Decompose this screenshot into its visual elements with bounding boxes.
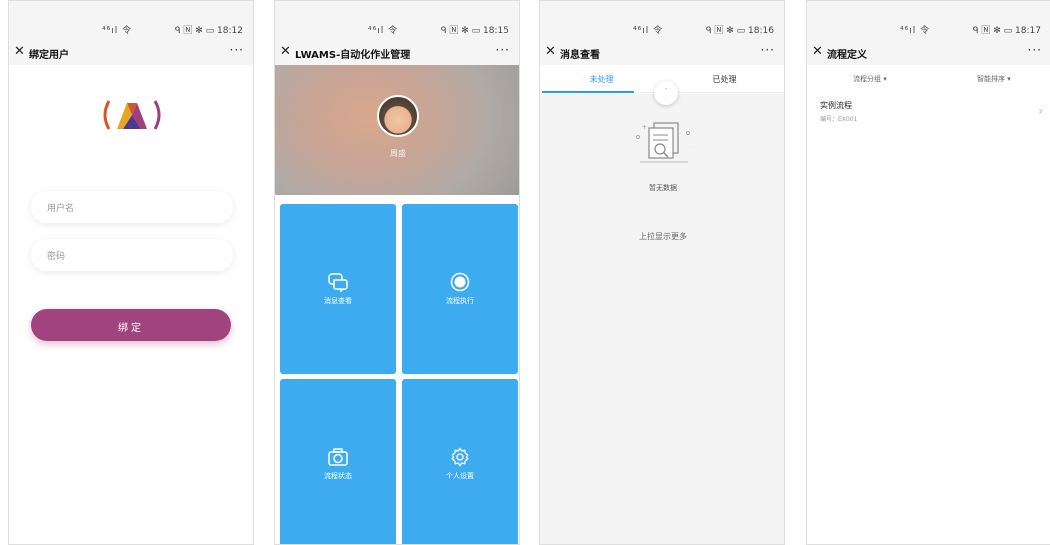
refresh-indicator: · bbox=[654, 81, 678, 105]
empty-state-text: 暂无数据 bbox=[649, 184, 677, 192]
close-icon[interactable]: ✕ bbox=[280, 44, 291, 59]
tile-label: 个人设置 bbox=[446, 472, 474, 480]
page-title: LWAMS-自动化作业管理 bbox=[295, 50, 411, 61]
tab-underline bbox=[542, 91, 634, 93]
status-right: ᑫ 🄽 ✻ ▭ 18:16 bbox=[705, 26, 774, 36]
chat-icon bbox=[280, 272, 396, 295]
list-item[interactable]: 实例流程 编号：EX001 › bbox=[807, 98, 1050, 130]
camera-icon bbox=[280, 447, 396, 470]
tile-personal-settings[interactable]: 个人设置 bbox=[402, 379, 518, 544]
profile-banner: 周盛 bbox=[275, 65, 519, 195]
username-field[interactable]: 用户名 bbox=[31, 191, 233, 223]
tile-message-view[interactable]: 消息查看 bbox=[280, 204, 396, 374]
app-logo bbox=[103, 100, 161, 130]
tab-processed[interactable]: 已处理 bbox=[663, 74, 784, 85]
tile-process-execute[interactable]: 流程执行 bbox=[402, 204, 518, 374]
nav-bar: ✕ 消息查看 ··· bbox=[540, 41, 784, 65]
smart-sort-dropdown[interactable]: 智能排序 ▾ bbox=[977, 74, 1011, 84]
tile-process-status[interactable]: 流程状态 bbox=[280, 379, 396, 544]
nav-bar: ✕ 流程定义 ··· bbox=[807, 41, 1050, 65]
phone-messages: ⁴⁶ıl 令 ᑫ 🄽 ✻ ▭ 18:16 ✕ 消息查看 ··· 未处理 已处理 … bbox=[539, 0, 785, 545]
close-icon[interactable]: ✕ bbox=[812, 44, 823, 59]
page-title: 流程定义 bbox=[827, 50, 867, 61]
more-menu-icon[interactable]: ··· bbox=[496, 43, 510, 57]
more-menu-icon[interactable]: ··· bbox=[1028, 43, 1042, 57]
svg-text:·: · bbox=[692, 145, 694, 151]
chevron-right-icon: › bbox=[1038, 104, 1043, 118]
signal-indicator: ⁴⁶ıl 令 bbox=[102, 26, 133, 36]
status-bar: ⁴⁶ıl 令 ᑫ 🄽 ✻ ▭ 18:16 bbox=[540, 1, 784, 41]
gear-icon bbox=[402, 447, 518, 470]
phone-bind-user: ⁴⁶ıl 令 ᑫ 🄽 ✻ ▭ 18:12 ✕ 绑定用户 ··· 用户名 密码 绑… bbox=[8, 0, 254, 545]
page-title: 绑定用户 bbox=[29, 50, 69, 61]
process-code: 编号：EX001 bbox=[820, 116, 858, 123]
user-name: 周盛 bbox=[390, 149, 406, 158]
signal-indicator: ⁴⁶ıl 令 bbox=[368, 26, 399, 36]
phone-home: ⁴⁶ıl 令 ᑫ 🄽 ✻ ▭ 18:15 ✕ LWAMS-自动化作业管理 ···… bbox=[274, 0, 520, 545]
bind-button[interactable]: 绑定 bbox=[31, 309, 231, 341]
status-bar: ⁴⁶ıl 令 ᑫ 🄽 ✻ ▭ 18:15 bbox=[275, 1, 519, 41]
signal-indicator: ⁴⁶ıl 令 bbox=[633, 26, 664, 36]
tab-unprocessed[interactable]: 未处理 bbox=[540, 74, 663, 85]
empty-document-icon: + · bbox=[636, 122, 694, 163]
signal-indicator: ⁴⁶ıl 令 bbox=[900, 26, 931, 36]
process-list bbox=[807, 91, 1050, 544]
status-bar: ⁴⁶ıl 令 ᑫ 🄽 ✻ ▭ 18:17 bbox=[807, 1, 1050, 41]
filter-bar: 流程分组 ▾ 智能排序 ▾ bbox=[807, 65, 1050, 91]
process-title: 实例流程 bbox=[820, 101, 852, 110]
message-list[interactable]: + · 暂无数据 上拉显示更多 bbox=[540, 94, 784, 544]
status-right: ᑫ 🄽 ✻ ▭ 18:12 bbox=[174, 26, 243, 36]
nav-bar: ✕ LWAMS-自动化作业管理 ··· bbox=[275, 41, 519, 65]
status-bar: ⁴⁶ıl 令 ᑫ 🄽 ✻ ▭ 18:12 bbox=[9, 1, 253, 41]
more-menu-icon[interactable]: ··· bbox=[230, 43, 244, 57]
svg-text:+: + bbox=[642, 124, 647, 131]
tile-label: 消息查看 bbox=[324, 297, 352, 305]
password-field[interactable]: 密码 bbox=[31, 239, 233, 271]
close-icon[interactable]: ✕ bbox=[545, 44, 556, 59]
phone-process-definition: ⁴⁶ıl 令 ᑫ 🄽 ✻ ▭ 18:17 ✕ 流程定义 ··· 流程分组 ▾ 智… bbox=[806, 0, 1050, 545]
status-right: ᑫ 🄽 ✻ ▭ 18:15 bbox=[440, 26, 509, 36]
more-menu-icon[interactable]: ··· bbox=[761, 43, 775, 57]
pull-up-more-text: 上拉显示更多 bbox=[639, 232, 687, 241]
page-title: 消息查看 bbox=[560, 50, 600, 61]
avatar[interactable] bbox=[377, 95, 419, 137]
close-icon[interactable]: ✕ bbox=[14, 44, 25, 59]
status-right: ᑫ 🄽 ✻ ▭ 18:17 bbox=[972, 26, 1041, 36]
tile-label: 流程状态 bbox=[324, 472, 352, 480]
process-group-dropdown[interactable]: 流程分组 ▾ bbox=[853, 74, 887, 84]
tile-label: 流程执行 bbox=[446, 297, 474, 305]
nav-bar: ✕ 绑定用户 ··· bbox=[9, 41, 253, 65]
record-icon bbox=[402, 272, 518, 295]
